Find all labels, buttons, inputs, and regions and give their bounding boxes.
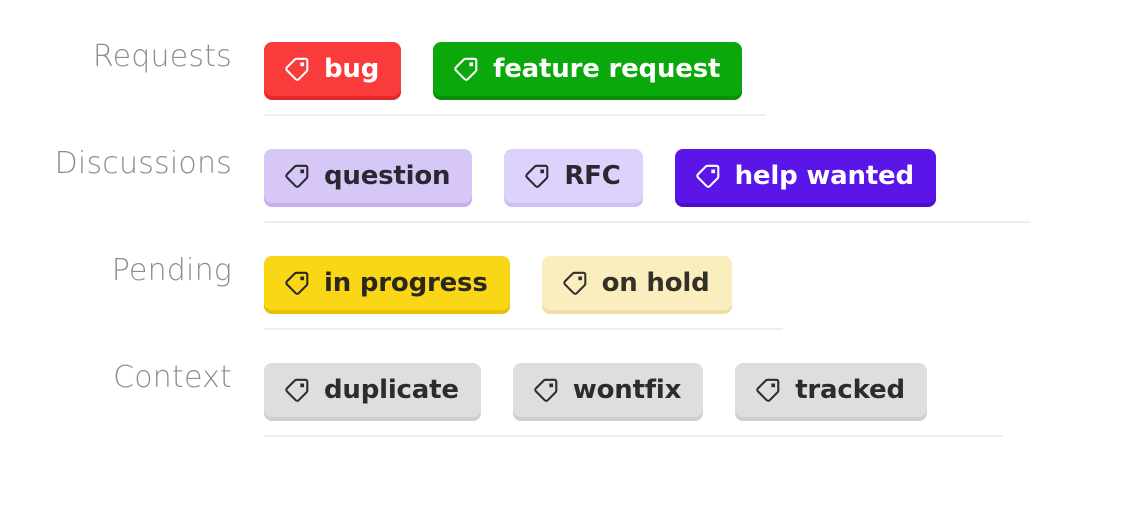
row-body: bug feature request bbox=[232, 42, 1121, 149]
tag-icon bbox=[453, 56, 479, 82]
row-body: in progress on hold bbox=[232, 256, 1121, 363]
chip-list: duplicate wontfix tracked bbox=[264, 363, 1121, 418]
chip-label: on hold bbox=[601, 268, 710, 299]
row-gap-bottom bbox=[264, 330, 1121, 363]
label-chip-wontfix[interactable]: wontfix bbox=[512, 363, 704, 418]
chip-label: in progress bbox=[324, 268, 488, 299]
row-label-requests: Requests bbox=[92, 39, 232, 74]
label-chip-rfc[interactable]: RFC bbox=[504, 149, 643, 204]
chip-list: question RFC help wanted bbox=[264, 149, 1121, 204]
tag-icon bbox=[284, 270, 310, 296]
row-label-cell: Pending bbox=[0, 256, 232, 286]
label-row: Pending in progress on hold bbox=[0, 256, 1121, 363]
label-rows: Requests bug feature request Discussions … bbox=[0, 42, 1121, 470]
row-body: question RFC help wanted bbox=[232, 149, 1121, 256]
row-gap-bottom bbox=[264, 116, 1121, 149]
chip-list: bug feature request bbox=[264, 42, 1121, 97]
row-gap-bottom bbox=[264, 437, 1121, 470]
row-body: duplicate wontfix tracked bbox=[232, 363, 1121, 470]
row-label-cell: Requests bbox=[0, 42, 232, 72]
chip-label: duplicate bbox=[324, 375, 459, 406]
tag-icon bbox=[533, 377, 559, 403]
label-row: Requests bug feature request bbox=[0, 42, 1121, 149]
label-chip-tracked[interactable]: tracked bbox=[735, 363, 927, 418]
row-label-cell: Discussions bbox=[0, 149, 232, 179]
tag-icon bbox=[284, 377, 310, 403]
label-row-group: Context duplicate wontfix tracked bbox=[0, 363, 1121, 470]
tag-icon bbox=[562, 270, 588, 296]
tag-icon bbox=[524, 163, 550, 189]
tag-icon bbox=[284, 163, 310, 189]
label-row: Discussions question RFC help wanted bbox=[0, 149, 1121, 256]
label-chip-help-wanted[interactable]: help wanted bbox=[674, 149, 936, 204]
label-chip-question[interactable]: question bbox=[264, 149, 473, 204]
label-chip-duplicate[interactable]: duplicate bbox=[264, 363, 481, 418]
chip-label: help wanted bbox=[734, 161, 914, 192]
label-chip-on-hold[interactable]: on hold bbox=[541, 256, 732, 311]
label-chip-bug[interactable]: bug bbox=[264, 42, 402, 97]
chip-label: wontfix bbox=[572, 375, 682, 406]
row-label-context: Context bbox=[113, 360, 232, 396]
label-chip-in-progress[interactable]: in progress bbox=[264, 256, 510, 311]
tag-icon bbox=[755, 377, 781, 403]
row-gap bbox=[264, 417, 1121, 435]
label-row: Context duplicate wontfix tracked bbox=[0, 363, 1121, 470]
chip-label: feature request bbox=[493, 54, 721, 84]
label-chip-feature-request[interactable]: feature request bbox=[433, 42, 743, 97]
tag-icon bbox=[284, 56, 310, 82]
label-legend-board: Requests bug feature request Discussions … bbox=[0, 0, 1121, 523]
row-gap-bottom bbox=[264, 223, 1121, 256]
label-row-group: Discussions question RFC help wanted bbox=[0, 149, 1121, 256]
chip-label: bug bbox=[324, 54, 380, 84]
row-label-pending: Pending bbox=[111, 253, 232, 289]
tag-icon bbox=[695, 163, 721, 189]
row-label-cell: Context bbox=[0, 363, 232, 393]
row-gap bbox=[264, 310, 1121, 328]
chip-list: in progress on hold bbox=[264, 256, 1121, 311]
chip-label: RFC bbox=[564, 161, 621, 192]
chip-label: question bbox=[324, 161, 451, 192]
chip-label: tracked bbox=[795, 375, 905, 406]
row-gap bbox=[264, 203, 1121, 221]
row-gap bbox=[264, 96, 1121, 114]
label-row-group: Pending in progress on hold bbox=[0, 256, 1121, 363]
label-row-group: Requests bug feature request bbox=[0, 42, 1121, 149]
row-label-discussions: Discussions bbox=[54, 146, 232, 182]
